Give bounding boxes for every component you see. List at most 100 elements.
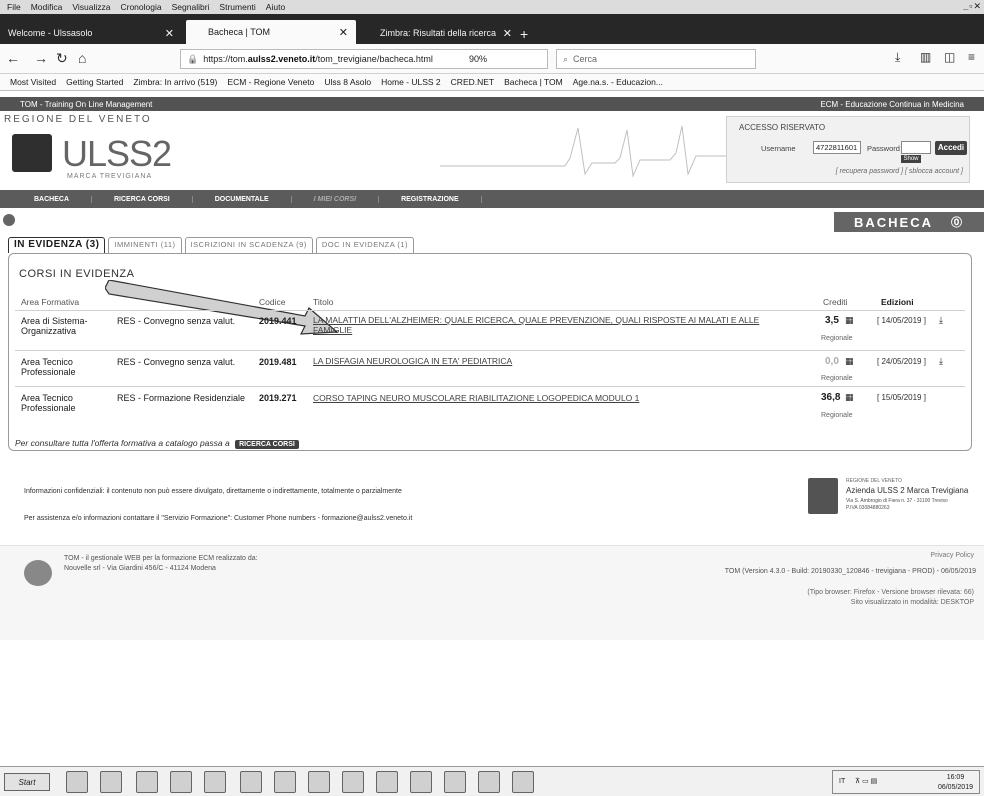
bookmark-item[interactable]: ECM - Regione Veneto <box>227 77 314 87</box>
bookmark-item[interactable]: CRED.NET <box>451 77 494 87</box>
navigation-bar: ← → ↻ ⌂ 🔒 https://tom. aulss2.veneto.it/t… <box>0 44 984 74</box>
back-icon[interactable]: ← <box>6 50 20 66</box>
url-prefix: https://tom. <box>203 54 248 64</box>
outlook-icon[interactable] <box>410 771 432 793</box>
bookmark-item[interactable]: Bacheca | TOM <box>504 77 563 87</box>
document-icon[interactable] <box>240 771 262 793</box>
row-area: Area di Sistema-Organizzativa <box>21 316 88 336</box>
col-area[interactable]: Area Formativa <box>21 297 79 307</box>
folder-icon[interactable] <box>136 771 158 793</box>
download-icon[interactable]: ⤓ <box>939 315 943 325</box>
row-tipologia: RES - Convegno senza valut. <box>117 316 236 326</box>
confidential-note: Informazioni confidenziali: il contenuto… <box>24 488 402 495</box>
col-edizioni[interactable]: Edizioni <box>881 297 914 307</box>
bookmark-item[interactable]: Age.na.s. - Educazion... <box>573 77 663 87</box>
site-subtitle: ECM - Educazione Continua in Medicina <box>820 99 964 109</box>
forward-icon[interactable]: → <box>34 50 48 66</box>
reload-icon[interactable]: ↻ <box>56 50 68 67</box>
bookmark-item[interactable]: Getting Started <box>66 77 123 87</box>
url-field[interactable]: 🔒 https://tom. aulss2.veneto.it/tom_trevi… <box>180 49 548 69</box>
nav-ricerca-corsi[interactable]: RICERCA CORSI <box>92 195 193 203</box>
network-icon[interactable] <box>100 771 122 793</box>
download-icon[interactable]: ⤓ <box>895 50 900 65</box>
window-controls[interactable]: _▫✕ <box>963 1 982 12</box>
course-title-link[interactable]: LA DISFAGIA NEUROLOGICA IN ETA' PEDIATRI… <box>313 356 793 366</box>
ecg-line-graphic <box>440 125 740 178</box>
globe-icon <box>3 214 15 226</box>
document-icon[interactable] <box>342 771 364 793</box>
recover-links[interactable]: [ recupera password ] [ sblocca account … <box>836 168 963 175</box>
row-edizione[interactable]: [ 24/05/2019 ] <box>877 357 926 367</box>
tab-bacheca[interactable]: Bacheca | TOM ✕ <box>186 20 356 44</box>
privacy-link[interactable]: Privacy Policy <box>930 552 974 559</box>
nav-miei-corsi[interactable]: I MIEI CORSI <box>292 195 380 203</box>
username-input[interactable]: 4722811601 <box>813 141 861 154</box>
menu-file[interactable]: File <box>7 2 21 12</box>
remote-desktop-icon[interactable] <box>512 771 534 793</box>
show-password-button[interactable]: Show <box>901 155 921 163</box>
calculator-icon[interactable] <box>66 771 88 793</box>
menu-strumenti[interactable]: Strumenti <box>219 2 255 12</box>
browser-type: (Tipo browser: Firefox - Versione browse… <box>807 589 974 596</box>
row-area: Area Tecnico Professionale <box>21 357 76 377</box>
course-title-link[interactable]: CORSO TAPING NEURO MUSCOLARE RIABILITAZI… <box>313 393 793 403</box>
pdf-icon[interactable] <box>376 771 398 793</box>
language-indicator[interactable]: IT <box>839 778 845 785</box>
login-button[interactable]: Accedi <box>935 141 967 155</box>
menu-segnalibri[interactable]: Segnalibri <box>172 2 210 12</box>
settings-icon[interactable] <box>444 771 466 793</box>
menu-aiuto[interactable]: Aiuto <box>266 2 285 12</box>
document-icon[interactable] <box>308 771 330 793</box>
close-icon[interactable]: ✕ <box>165 27 174 40</box>
menu-visualizza[interactable]: Visualizza <box>72 2 110 12</box>
tab-zimbra[interactable]: Zimbra: Risultati della ricerca ✕ <box>360 22 520 44</box>
home-icon[interactable]: ⌂ <box>78 50 86 66</box>
document-icon[interactable] <box>274 771 296 793</box>
close-icon[interactable]: ✕ <box>339 26 348 39</box>
clock[interactable]: 16:09 06/05/2019 <box>938 773 973 793</box>
table-row: Area Tecnico Professionale RES - Formazi… <box>15 386 965 424</box>
tab-iscrizioni-scadenza[interactable]: ISCRIZIONI IN SCADENZA (9) <box>184 237 313 253</box>
tab-imminenti[interactable]: IMMINENTI (11) <box>108 237 182 253</box>
menu-bar: File Modifica Visualizza Cronologia Segn… <box>0 0 984 14</box>
tab-in-evidenza[interactable]: IN EVIDENZA (3) <box>8 237 106 253</box>
azienda-info: REGIONE DEL VENETO Azienda ULSS 2 Marca … <box>808 478 984 524</box>
col-crediti[interactable]: Crediti <box>823 297 848 307</box>
tray-icons[interactable]: ⊼ ▭ ▤ <box>855 777 877 785</box>
course-title-link[interactable]: LA MALATTIA DELL'ALZHEIMER: QUALE RICERC… <box>313 315 793 335</box>
menu-modifica[interactable]: Modifica <box>31 2 63 12</box>
bookmark-item[interactable]: Most Visited <box>10 77 56 87</box>
sidebar-icon[interactable]: ◫ <box>944 50 955 64</box>
catalog-text: Per consultare tutta l'offerta formativa… <box>15 438 230 448</box>
search-input[interactable]: ⌕ Cerca <box>556 49 756 69</box>
row-edizione[interactable]: [ 15/05/2019 ] <box>877 393 926 403</box>
bookmark-item[interactable]: Ulss 8 Asolo <box>324 77 371 87</box>
bookmark-item[interactable]: Home - ULSS 2 <box>381 77 441 87</box>
zoom-level[interactable]: 90% <box>469 54 487 64</box>
assistance-note: Per assistenza e/o informazioni contatta… <box>24 515 413 522</box>
lion-logo <box>808 478 838 514</box>
library-icon[interactable]: ▥ <box>920 50 931 64</box>
row-codice: 2019.441 <box>259 316 297 326</box>
excel-icon[interactable] <box>170 771 192 793</box>
menu-icon[interactable]: ≡ <box>968 50 975 64</box>
start-button[interactable]: Start <box>4 773 50 791</box>
tab-doc-evidenza[interactable]: DOC IN EVIDENZA (1) <box>315 237 415 253</box>
panel-title: CORSI IN EVIDENZA <box>19 268 135 280</box>
ricerca-corsi-button[interactable]: RICERCA CORSI <box>235 440 299 449</box>
download-icon[interactable]: ⤓ <box>939 356 943 366</box>
nav-registrazione[interactable]: REGISTRAZIONE <box>379 195 482 203</box>
menu-cronologia[interactable]: Cronologia <box>120 2 161 12</box>
row-edizione[interactable]: [ 14/05/2019 ] <box>877 316 926 326</box>
nav-documentale[interactable]: DOCUMENTALE <box>193 195 292 203</box>
help-icon[interactable]: ⓪ <box>951 214 964 230</box>
tab-welcome[interactable]: Welcome - Ulssasolo ✕ <box>0 22 182 44</box>
firefox-icon[interactable] <box>478 771 500 793</box>
bookmark-item[interactable]: Zimbra: In arrivo (519) <box>133 77 217 87</box>
nav-bacheca[interactable]: BACHECA <box>0 195 92 203</box>
taskbar: Start IT ⊼ ▭ ▤ 16:09 06/05/2019 <box>0 766 984 796</box>
word-icon[interactable] <box>204 771 226 793</box>
close-icon[interactable]: ✕ <box>503 27 512 40</box>
password-input[interactable] <box>901 141 931 154</box>
new-tab-icon[interactable]: + <box>520 26 528 42</box>
